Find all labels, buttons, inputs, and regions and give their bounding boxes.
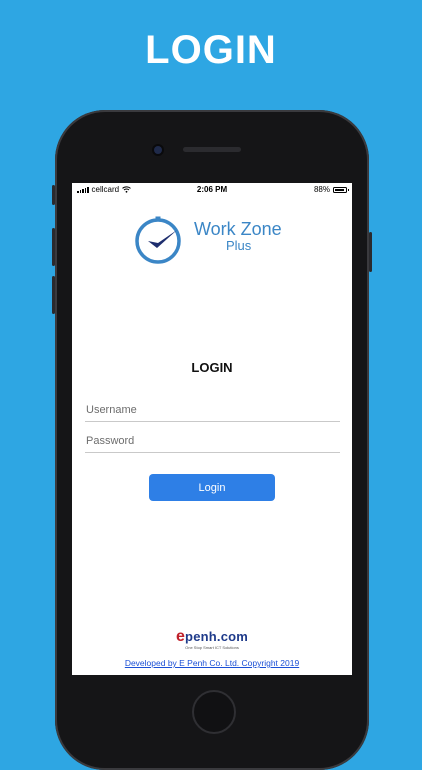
clock-icon	[135, 216, 181, 264]
developer-link[interactable]: Developed by E Penh Co. Ltd. Copyright 2…	[72, 658, 352, 668]
mute-switch	[52, 185, 55, 205]
app-name: Work Zone	[194, 219, 282, 239]
epenh-logo-domain: .com	[216, 629, 249, 644]
phone-frame: cellcard 2:06 PM 88% Work Zone Plus LOGI…	[52, 110, 372, 770]
front-camera	[154, 146, 162, 154]
login-heading: LOGIN	[191, 360, 233, 375]
status-bar: cellcard 2:06 PM 88%	[72, 183, 352, 197]
app-screen: cellcard 2:06 PM 88% Work Zone Plus LOGI…	[72, 183, 352, 675]
login-button[interactable]: Login	[149, 474, 275, 501]
epenh-logo-e: e	[175, 628, 186, 645]
password-input[interactable]	[85, 430, 340, 453]
home-button[interactable]	[192, 690, 236, 734]
battery-percent: 88%	[313, 185, 330, 194]
power-button	[369, 232, 372, 272]
volume-down-button	[52, 276, 55, 314]
epenh-logo-name: penh	[185, 629, 217, 644]
promo-title: LOGIN	[145, 28, 277, 72]
username-input[interactable]	[85, 399, 340, 422]
epenh-tagline: One Stop Smart ICT Solutions	[185, 645, 239, 650]
earpiece-speaker	[183, 147, 241, 152]
status-time: 2:06 PM	[196, 185, 228, 194]
battery-icon	[333, 186, 349, 193]
epenh-logo: epenh.com One Stop Smart ICT Solutions	[72, 628, 352, 650]
app-logo: Work Zone Plus	[134, 215, 294, 265]
volume-up-button	[52, 228, 55, 266]
app-name-suffix: Plus	[226, 238, 252, 253]
